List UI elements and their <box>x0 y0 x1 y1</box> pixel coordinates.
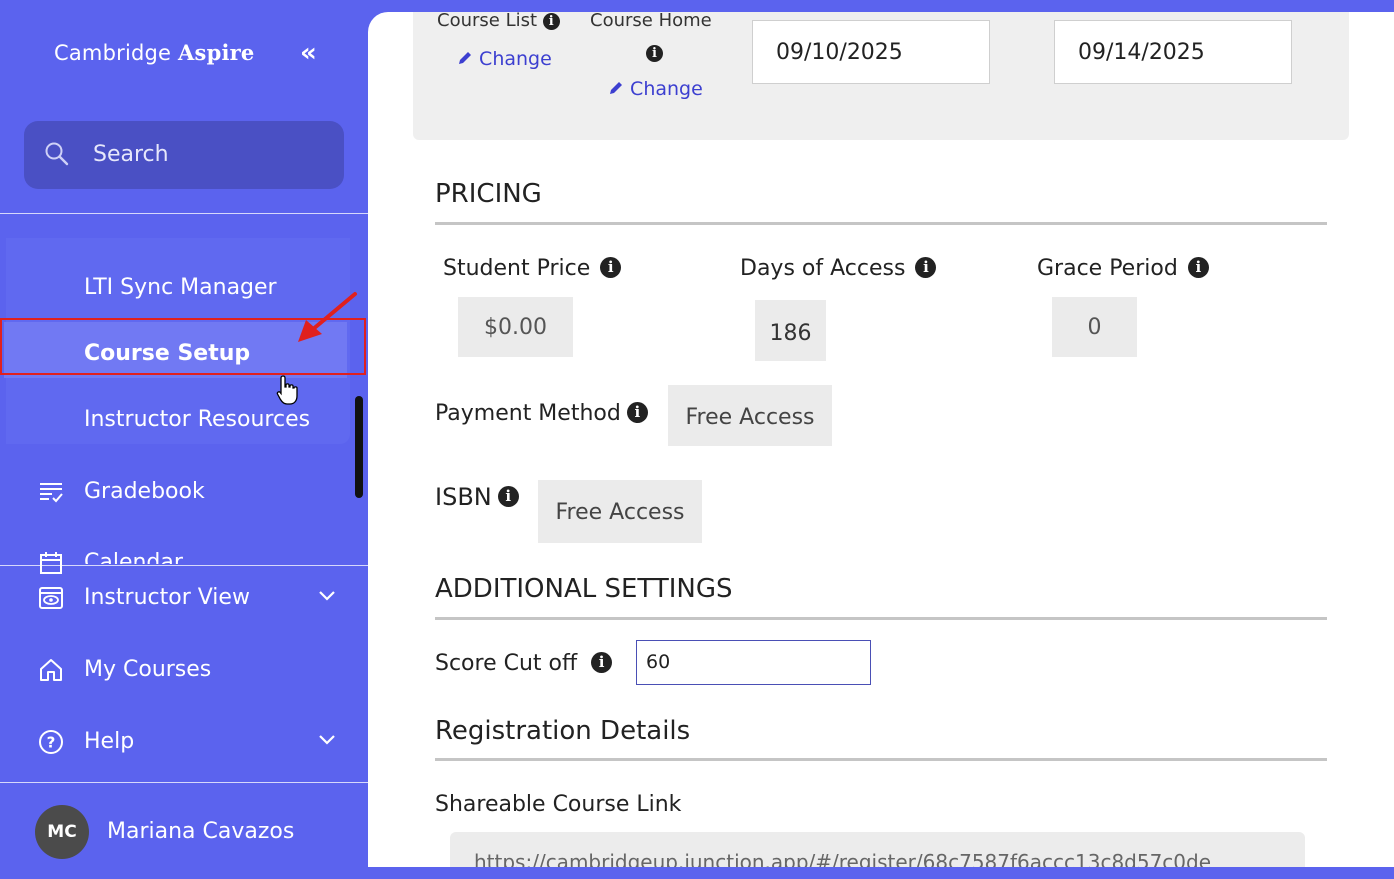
payment-method-label: Payment Method i <box>435 401 648 426</box>
additional-settings-heading: ADDITIONAL SETTINGS <box>435 574 733 604</box>
course-list-change-link[interactable]: Change <box>457 48 552 70</box>
home-icon <box>40 659 62 681</box>
calendar-icon <box>40 552 62 574</box>
sidebar-item-help[interactable]: Help <box>84 729 134 754</box>
course-home-change-link[interactable]: Change <box>608 78 703 100</box>
pencil-icon <box>459 52 471 64</box>
info-icon[interactable]: i <box>600 256 622 278</box>
sidebar-item-instructor-view[interactable]: Instructor View <box>84 585 250 610</box>
gradebook-icon <box>40 483 63 503</box>
student-price-label: Student Price i <box>443 256 622 281</box>
isbn-label: ISBN i <box>435 483 519 511</box>
score-cutoff-input[interactable]: 60 <box>636 640 871 685</box>
collapse-sidebar-icon[interactable]: « <box>300 38 317 68</box>
info-icon[interactable]: i <box>646 45 663 62</box>
score-cutoff-label: Score Cut off i <box>435 651 613 676</box>
shareable-link-field[interactable]: https://cambridgeup.junction.app/#/regis… <box>450 832 1305 867</box>
sidebar-item-calendar[interactable]: Calendar <box>84 550 183 564</box>
chevron-down-icon[interactable] <box>318 590 336 602</box>
days-of-access-field: 186 <box>755 300 826 361</box>
search-icon <box>45 142 69 166</box>
course-list-label: Course List i <box>437 12 560 31</box>
registration-details-divider <box>435 758 1327 761</box>
days-of-access-label: Days of Access i <box>740 256 937 281</box>
info-icon[interactable]: i <box>1187 256 1209 278</box>
info-icon[interactable]: i <box>915 256 937 278</box>
additional-settings-divider <box>435 617 1327 620</box>
brand-name-bold: Aspire <box>178 40 255 65</box>
shareable-link-label: Shareable Course Link <box>435 792 682 817</box>
pencil-icon <box>610 82 622 94</box>
course-home-info[interactable]: i <box>646 43 663 62</box>
search-box[interactable]: Search <box>24 121 344 189</box>
help-icon: ? <box>39 730 63 754</box>
info-icon[interactable]: i <box>591 651 613 673</box>
brand-logo[interactable]: Cambridge Aspire <box>54 40 254 65</box>
isbn-field: Free Access <box>538 480 702 543</box>
end-date-input[interactable]: 09/14/2025 <box>1054 20 1292 84</box>
sidebar-item-instructor-resources[interactable]: Instructor Resources <box>84 407 310 432</box>
grace-period-label: Grace Period i <box>1037 256 1209 281</box>
bottom-accent-bar <box>368 867 1394 879</box>
svg-text:?: ? <box>47 734 56 752</box>
sidebar-item-my-courses[interactable]: My Courses <box>84 657 211 682</box>
course-dates-panel: Course List i Change Course Home i Chang… <box>413 12 1349 140</box>
top-accent-bar <box>368 0 1394 12</box>
sidebar-divider <box>0 782 368 783</box>
info-icon[interactable]: i <box>626 401 648 423</box>
chevron-down-icon[interactable] <box>318 734 336 746</box>
brand-name-light: Cambridge <box>54 41 179 65</box>
payment-method-field: Free Access <box>668 385 832 446</box>
pricing-heading: PRICING <box>435 179 542 209</box>
sidebar-divider <box>0 565 368 566</box>
student-price-field: $0.00 <box>458 297 573 357</box>
course-home-label: Course Home <box>590 12 712 31</box>
avatar[interactable]: MC <box>35 805 89 859</box>
sidebar-item-lti-sync-manager[interactable]: LTI Sync Manager <box>84 275 277 300</box>
annotation-arrow-icon <box>298 292 357 342</box>
user-name[interactable]: Mariana Cavazos <box>107 819 294 844</box>
course-setup-panel: Course List i Change Course Home i Chang… <box>368 12 1394 867</box>
registration-details-heading: Registration Details <box>435 716 691 746</box>
pricing-divider <box>435 222 1327 225</box>
sidebar: Cambridge Aspire « Search LTI Sync Manag… <box>0 0 368 879</box>
start-date-input[interactable]: 09/10/2025 <box>752 20 990 84</box>
sidebar-scrollbar[interactable] <box>355 396 363 498</box>
info-icon[interactable]: i <box>542 12 560 30</box>
eye-icon <box>39 587 63 609</box>
info-icon[interactable]: i <box>497 485 519 507</box>
sidebar-item-gradebook[interactable]: Gradebook <box>84 479 205 504</box>
hand-cursor-icon <box>276 375 298 405</box>
sidebar-divider <box>0 213 368 214</box>
search-input[interactable]: Search <box>93 142 169 167</box>
grace-period-field: 0 <box>1052 297 1137 357</box>
